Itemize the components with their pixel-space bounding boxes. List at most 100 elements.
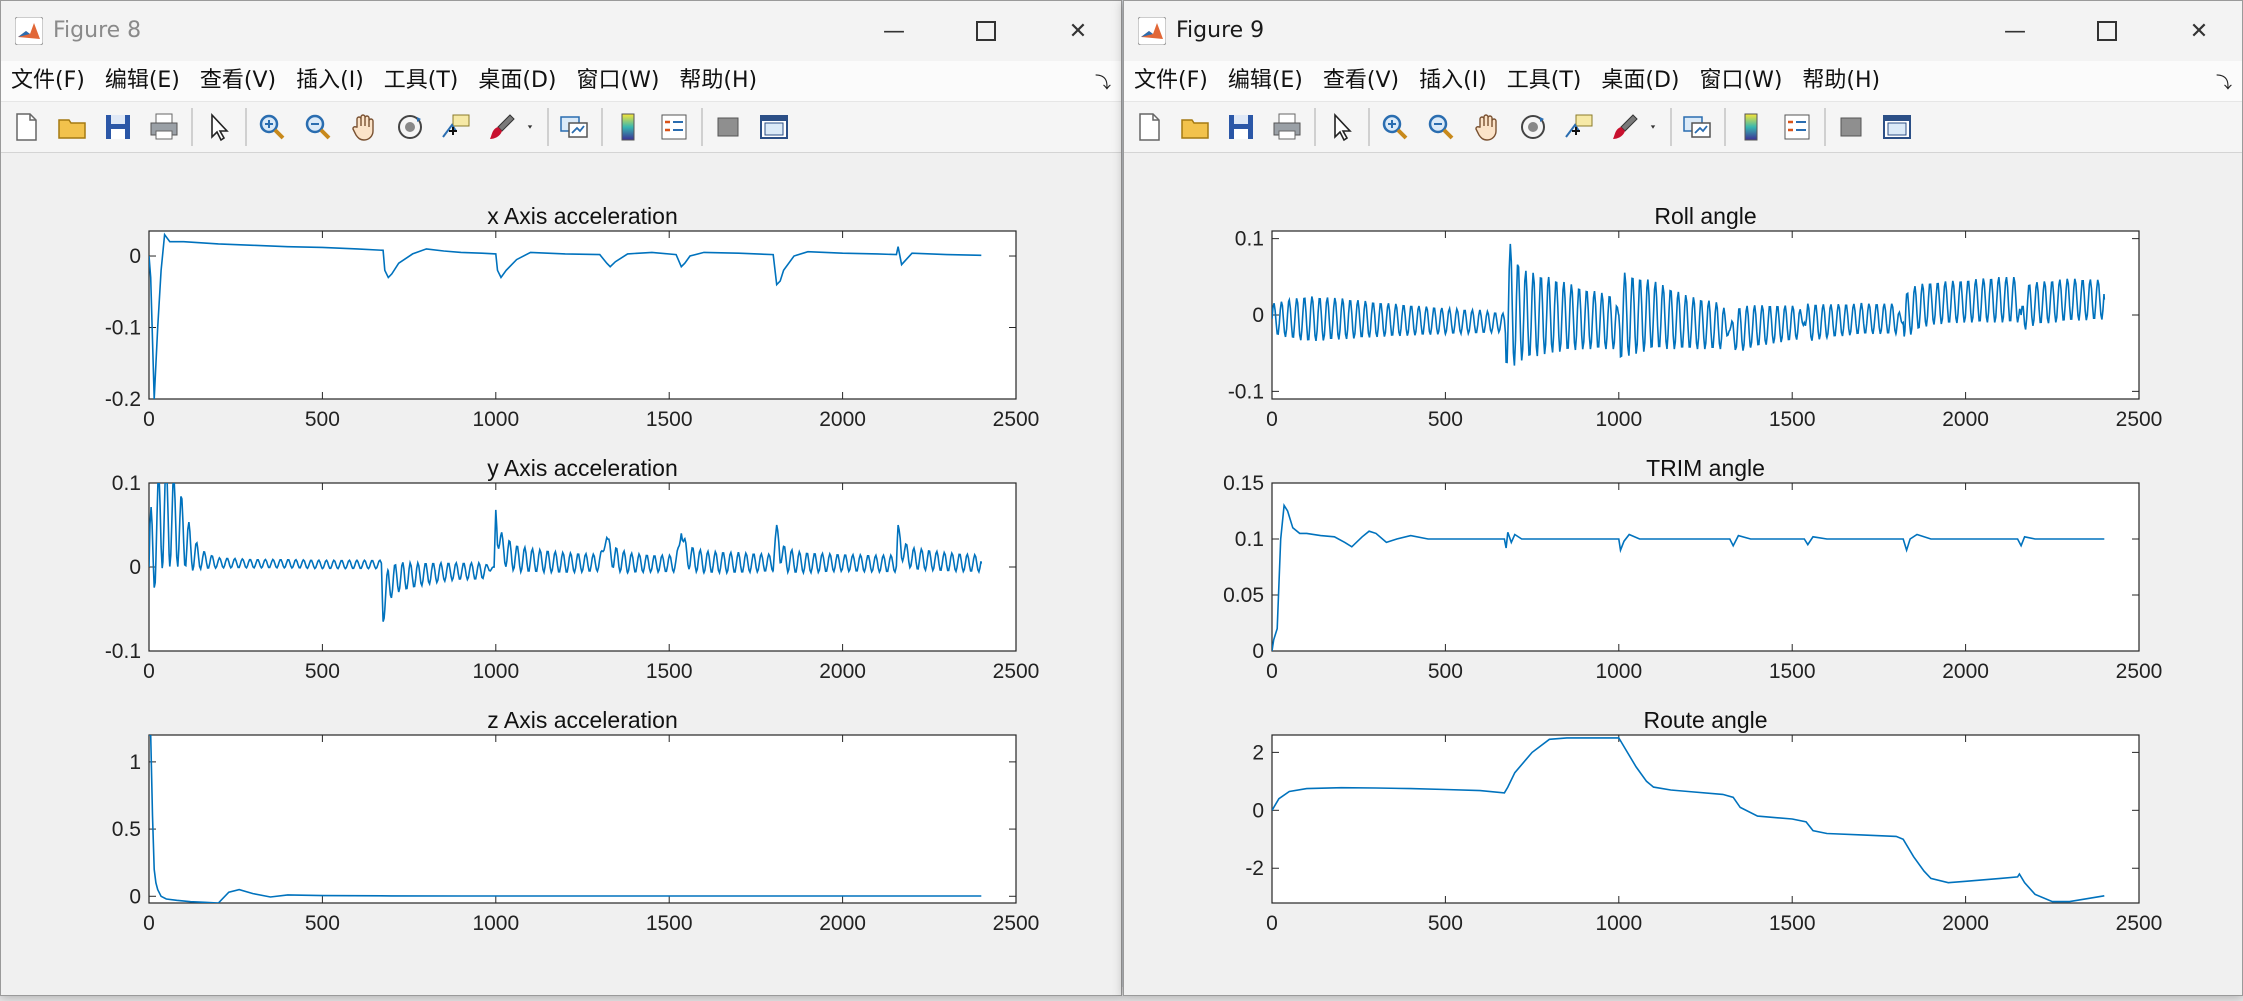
x-tick-label: 2000 [819, 912, 866, 935]
minimize-button[interactable]: — [1990, 11, 2040, 51]
y-tick-label: 0.05 [1223, 584, 1264, 607]
open-folder-button[interactable] [1176, 108, 1214, 146]
axes-box [148, 734, 1017, 904]
colorbar-button[interactable] [1732, 108, 1770, 146]
data-cursor-button[interactable] [437, 108, 475, 146]
x-tick-label: 2000 [1942, 660, 1989, 683]
menu-window[interactable]: 窗口(W) [567, 61, 670, 101]
menu-tools[interactable]: 工具(T) [374, 61, 469, 101]
new-file-button[interactable] [7, 108, 45, 146]
figure-canvas[interactable]: Roll angle 0 500 1000 1500 2000 2500 0.1 0 -0.1 TR… [1124, 153, 2242, 995]
subplot-3[interactable]: z Axis acceleration 0 500 1000 1500 2000 2500 1… [112, 707, 1040, 935]
close-button[interactable]: ✕ [1053, 11, 1103, 51]
title-bar[interactable]: Figure 8 — ✕ [1, 1, 1121, 61]
close-button[interactable]: ✕ [2174, 11, 2224, 51]
figure-8-window[interactable]: Figure 8 — ✕ 文件(F) 编辑(E) 查看(V) 插入(I) 工具(… [0, 0, 1122, 996]
legend-button[interactable] [655, 108, 693, 146]
x-tick-label: 2000 [819, 660, 866, 683]
figure-9-window[interactable]: Figure 9 — ✕ 文件(F) 编辑(E) 查看(V) 插入(I) 工具(… [1123, 0, 2243, 996]
subplot-3[interactable]: Route angle 0 500 1000 1500 2000 2500 2 0 -2 [1245, 707, 2162, 935]
x-tick-label: 0 [1266, 660, 1278, 683]
pan-hand-button[interactable] [345, 108, 383, 146]
plots-svg: x Axis acceleration0 500 1000 1500 2000 25000… [105, 203, 1040, 935]
brush-dropdown-button[interactable] [521, 108, 539, 146]
x-tick-label: 1500 [1769, 408, 1816, 431]
dock-arrow-icon[interactable]: ⤵ [2216, 69, 2232, 93]
maximize-button[interactable] [961, 11, 1011, 51]
toolbar-separator [245, 108, 247, 146]
pointer-button[interactable] [199, 108, 237, 146]
x-tick-label: 1000 [472, 660, 519, 683]
open-folder-button[interactable] [53, 108, 91, 146]
zoom-in-icon [259, 114, 285, 140]
new-file-button[interactable] [1130, 108, 1168, 146]
y-tick-label: -0.1 [105, 640, 141, 663]
y-tick-label: 0.1 [1235, 528, 1264, 551]
menu-desktop[interactable]: 桌面(D) [1591, 61, 1689, 101]
brush-dropdown-button[interactable] [1644, 108, 1662, 146]
x-tick-label: 0 [1266, 912, 1278, 935]
menu-insert[interactable]: 插入(I) [1409, 61, 1497, 101]
brush-button[interactable] [1606, 108, 1644, 146]
x-tick-label: 2500 [2116, 660, 2163, 683]
brush-button[interactable] [483, 108, 521, 146]
hide-plot-tools-button[interactable] [709, 108, 747, 146]
zoom-in-button[interactable] [253, 108, 291, 146]
subplot-2[interactable]: y Axis acceleration 0 500 1000 1500 2000 2500 0… [105, 455, 1040, 683]
colorbar-button[interactable] [609, 108, 647, 146]
y-tick-label: 0 [1252, 799, 1264, 822]
zoom-out-button[interactable] [299, 108, 337, 146]
pan-hand-button[interactable] [1468, 108, 1506, 146]
menu-edit[interactable]: 编辑(E) [95, 61, 190, 101]
colorbar-icon [621, 113, 635, 141]
save-button[interactable] [1222, 108, 1260, 146]
show-plot-tools-button[interactable] [1878, 108, 1916, 146]
rotate-3d-button[interactable] [1514, 108, 1552, 146]
zoom-out-button[interactable] [1422, 108, 1460, 146]
x-tick-label: 0 [143, 912, 155, 935]
minimize-icon: — [883, 18, 905, 44]
subplot-2[interactable]: TRIM angle 0 500 1000 1500 2000 2500 0.15 0.1 0.0… [1223, 455, 2162, 683]
menu-help[interactable]: 帮助(H) [1792, 61, 1890, 101]
menu-window[interactable]: 窗口(W) [1690, 61, 1793, 101]
hide-plot-tools-button[interactable] [1832, 108, 1870, 146]
menu-insert[interactable]: 插入(I) [286, 61, 374, 101]
zoom-in-button[interactable] [1376, 108, 1414, 146]
menu-file[interactable]: 文件(F) [1124, 61, 1218, 101]
menu-view[interactable]: 查看(V) [1313, 61, 1409, 101]
menu-view[interactable]: 查看(V) [190, 61, 286, 101]
new-file-icon [1139, 113, 1160, 141]
title-bar[interactable]: Figure 9 — ✕ [1124, 1, 2242, 61]
rotate-3d-button[interactable] [391, 108, 429, 146]
brush-dropdown-icon [1650, 125, 1656, 129]
maximize-button[interactable] [2082, 11, 2132, 51]
data-cursor-button[interactable] [1560, 108, 1598, 146]
pointer-button[interactable] [1322, 108, 1360, 146]
y-tick-label: -0.2 [105, 388, 141, 411]
menu-edit[interactable]: 编辑(E) [1218, 61, 1313, 101]
y-tick-label: 0.5 [112, 818, 141, 841]
subplot-1[interactable]: x Axis acceleration 0 500 1000 1500 2000 2500 0… [105, 203, 1040, 431]
toolbar-separator [1368, 108, 1370, 146]
toolbar-separator [1670, 108, 1672, 146]
save-icon [106, 115, 130, 139]
show-plot-tools-button[interactable] [755, 108, 793, 146]
dock-arrow-icon[interactable]: ⤵ [1095, 69, 1111, 93]
link-plot-button[interactable] [555, 108, 593, 146]
minimize-button[interactable]: — [869, 11, 919, 51]
print-button[interactable] [145, 108, 183, 146]
data-cursor-icon [442, 114, 470, 138]
y-tick-label: -0.1 [105, 317, 141, 340]
subplot-1[interactable]: Roll angle0 500 1000 1500 2000 25000.10-0.1 [1228, 203, 2163, 431]
link-plot-button[interactable] [1678, 108, 1716, 146]
x-tick-label: 1000 [1595, 660, 1642, 683]
menu-file[interactable]: 文件(F) [1, 61, 95, 101]
save-button[interactable] [99, 108, 137, 146]
axes-title: Roll angle [1654, 203, 1756, 229]
menu-desktop[interactable]: 桌面(D) [468, 61, 566, 101]
print-button[interactable] [1268, 108, 1306, 146]
menu-tools[interactable]: 工具(T) [1497, 61, 1592, 101]
figure-canvas[interactable]: x Axis acceleration 0 500 1000 1500 2000 2500 0… [1, 153, 1121, 995]
menu-help[interactable]: 帮助(H) [669, 61, 767, 101]
legend-button[interactable] [1778, 108, 1816, 146]
